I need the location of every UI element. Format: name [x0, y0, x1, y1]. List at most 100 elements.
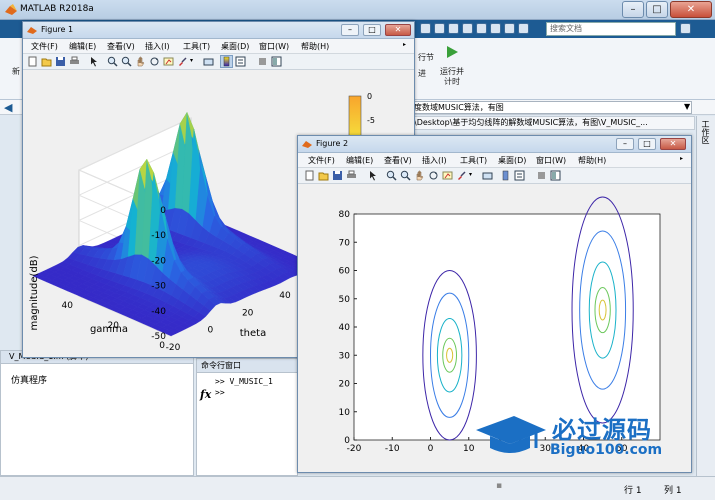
z-tick-label: -40 — [151, 307, 166, 317]
insert-legend-icon[interactable] — [235, 56, 246, 67]
brush-icon[interactable] — [456, 170, 467, 181]
search-documentation-input[interactable]: 搜索文档 — [546, 22, 676, 36]
minimize-button[interactable]: – — [616, 138, 634, 150]
insert-legend-icon[interactable] — [514, 170, 525, 181]
menu-view[interactable]: 查看(V) — [384, 155, 412, 166]
open-file-icon[interactable] — [318, 170, 329, 181]
menu-file[interactable]: 文件(F) — [31, 41, 58, 52]
status-separator-grip: ▪ — [496, 481, 503, 491]
run-and-time-icon[interactable] — [444, 44, 460, 60]
new-figure-icon[interactable] — [304, 170, 315, 181]
undo-icon[interactable] — [476, 23, 487, 34]
zoom-in-icon[interactable] — [386, 170, 397, 181]
menu-insert[interactable]: 插入(I) — [422, 155, 447, 166]
rotate-3d-icon[interactable] — [428, 170, 439, 181]
figure-1-title-bar: Figure 1 – □ ✕ — [23, 22, 414, 39]
link-plot-icon[interactable] — [482, 170, 493, 181]
menu-overflow-arrow-icon[interactable]: ▸ — [403, 41, 406, 48]
maximize-button[interactable]: □ — [638, 138, 656, 150]
edit-plot-arrow-icon[interactable] — [368, 170, 379, 181]
menu-desktop[interactable]: 桌面(D) — [498, 155, 526, 166]
colorbar-tick-label: -5 — [367, 116, 375, 125]
copy-icon[interactable] — [448, 23, 459, 34]
z-axis-label: magnitude(dB) — [29, 255, 40, 330]
zoom-out-icon[interactable] — [400, 170, 411, 181]
brush-dropdown-icon[interactable]: ▾ — [469, 171, 472, 178]
close-button[interactable]: ✕ — [670, 1, 712, 18]
print-figure-icon[interactable] — [346, 170, 357, 181]
chevron-down-icon[interactable]: ▼ — [684, 102, 690, 111]
status-bar: ▪ 行 1 列 1 — [0, 476, 715, 500]
command-prompt[interactable]: >> — [215, 388, 225, 397]
menu-window[interactable]: 窗口(W) — [259, 41, 289, 52]
details-text: 仿真程序 — [11, 376, 48, 386]
theta-axis-label: theta — [240, 328, 266, 339]
paste-icon[interactable] — [462, 23, 473, 34]
insert-colorbar-icon[interactable] — [220, 55, 233, 68]
switch-windows-icon[interactable] — [504, 23, 515, 34]
hide-plot-tools-icon[interactable] — [257, 56, 268, 67]
zoom-out-icon[interactable] — [121, 56, 132, 67]
run-and-time-label-2[interactable]: 计时 — [444, 76, 460, 87]
menu-edit[interactable]: 编辑(E) — [69, 41, 96, 52]
x-tick-label: -10 — [385, 444, 400, 454]
open-file-icon[interactable] — [41, 56, 52, 67]
redo-icon[interactable] — [490, 23, 501, 34]
ribbon-new-label: 新 — [12, 67, 20, 76]
menu-tools[interactable]: 工具(T) — [460, 155, 487, 166]
show-plot-tools-icon[interactable] — [271, 56, 282, 67]
workspace-panel[interactable]: 工作区 — [696, 116, 715, 476]
command-window[interactable]: 命令行窗口 >> V_MUSIC_1 fx >> — [196, 358, 298, 476]
theta-tick-label: 0 — [207, 326, 213, 336]
menu-edit[interactable]: 编辑(E) — [346, 155, 373, 166]
minimize-button[interactable]: – — [622, 1, 644, 18]
brush-dropdown-icon[interactable]: ▾ — [190, 57, 193, 64]
new-figure-icon[interactable] — [27, 56, 38, 67]
cut-icon[interactable] — [434, 23, 445, 34]
function-browser-icon[interactable]: fx — [200, 388, 211, 401]
hide-plot-tools-icon[interactable] — [536, 170, 547, 181]
figure-2-menu-bar: 文件(F) 编辑(E) 查看(V) 插入(I) 工具(T) 桌面(D) 窗口(W… — [298, 153, 691, 168]
save-figure-icon[interactable] — [332, 170, 343, 181]
rotate-3d-icon[interactable] — [149, 56, 160, 67]
help-icon[interactable] — [518, 23, 529, 34]
close-button[interactable]: ✕ — [660, 138, 686, 150]
pan-hand-icon[interactable] — [414, 170, 425, 181]
pan-hand-icon[interactable] — [135, 56, 146, 67]
menu-insert[interactable]: 插入(I) — [145, 41, 170, 52]
minimize-button[interactable]: – — [341, 24, 359, 36]
menu-help[interactable]: 帮助(H) — [301, 41, 329, 52]
menu-file[interactable]: 文件(F) — [308, 155, 335, 166]
print-figure-icon[interactable] — [69, 56, 80, 67]
menu-desktop[interactable]: 桌面(D) — [221, 41, 249, 52]
figure-1-title: Figure 1 — [41, 25, 74, 34]
menu-window[interactable]: 窗口(W) — [536, 155, 566, 166]
theta-tick-label: 20 — [242, 308, 254, 318]
menu-view[interactable]: 查看(V) — [107, 41, 135, 52]
maximize-button[interactable]: □ — [363, 24, 381, 36]
search-icon[interactable] — [680, 23, 691, 34]
close-button[interactable]: ✕ — [385, 24, 411, 36]
menu-overflow-arrow-icon[interactable]: ▸ — [680, 155, 683, 162]
data-cursor-icon[interactable] — [442, 170, 453, 181]
show-plot-tools-icon[interactable] — [550, 170, 561, 181]
y-tick-label: 60 — [339, 267, 351, 277]
maximize-button[interactable]: □ — [646, 1, 668, 18]
zoom-in-icon[interactable] — [107, 56, 118, 67]
menu-tools[interactable]: 工具(T) — [183, 41, 210, 52]
watermark-url: Biguo100.com — [550, 442, 663, 458]
link-plot-icon[interactable] — [203, 56, 214, 67]
save-icon[interactable] — [420, 23, 431, 34]
y-tick-label: 40 — [339, 323, 351, 333]
main-title-bar: MATLAB R2018a – □ ✕ — [0, 0, 715, 20]
data-cursor-icon[interactable] — [163, 56, 174, 67]
current-folder-path[interactable]: 度数域MUSIC算法，有图 — [410, 101, 692, 114]
save-figure-icon[interactable] — [55, 56, 66, 67]
current-folder-path-full[interactable]: \Desktop\基于均匀线阵的解数域MUSIC算法，有图\V_MUSIC_..… — [410, 116, 695, 130]
brush-icon[interactable] — [177, 56, 188, 67]
edit-plot-arrow-icon[interactable] — [89, 56, 100, 67]
menu-help[interactable]: 帮助(H) — [578, 155, 606, 166]
back-arrow-icon[interactable]: ◀ — [4, 101, 12, 114]
graduation-cap-logo-icon — [476, 416, 546, 453]
insert-colorbar-icon[interactable] — [500, 170, 511, 181]
